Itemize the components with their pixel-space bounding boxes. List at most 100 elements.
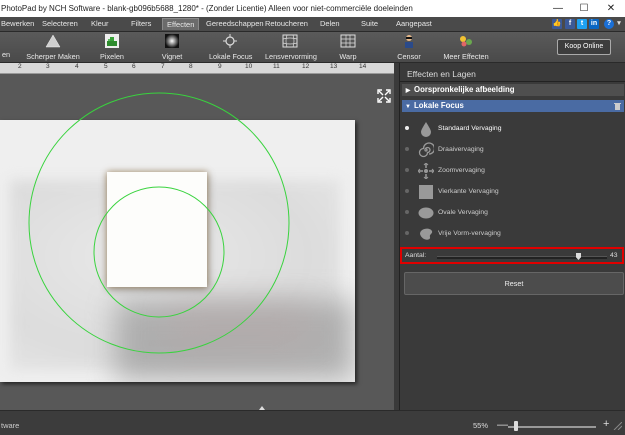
radio-dot[interactable]	[405, 231, 409, 235]
buy-online-button[interactable]: Koop Online	[557, 39, 611, 55]
ruler-label: 14	[359, 63, 367, 70]
toolbar-label: Pixelen	[100, 52, 124, 61]
menu-aangepast[interactable]: Aangepast	[396, 19, 432, 28]
censor-icon	[405, 35, 413, 48]
local-focus-section[interactable]: ▼ Lokale Focus	[402, 100, 624, 112]
like-icon[interactable]: 👍	[552, 19, 562, 29]
linkedin-icon[interactable]: in	[589, 19, 599, 29]
toolbar-more-effects[interactable]: Meer Effecten	[442, 34, 490, 61]
toolbar-sharpen[interactable]: Scherper Maken	[24, 34, 82, 61]
toolbar-label: Lokale Focus	[209, 52, 253, 61]
radio-dot[interactable]	[405, 126, 409, 130]
option-label: Vrije Vorm-vervaging	[438, 230, 501, 237]
ruler-label: 12	[302, 63, 310, 70]
menu-filters[interactable]: Filters	[131, 19, 151, 28]
zoom-level: 55%	[473, 421, 489, 430]
outer-focus-ring[interactable]	[28, 92, 290, 354]
pixelate-icon	[105, 34, 119, 48]
toolbar-warp[interactable]: Warp	[336, 34, 360, 61]
amount-slider-track[interactable]	[437, 256, 607, 259]
menu-bewerken[interactable]: Bewerken	[1, 19, 34, 28]
expand-arrow-icon: ▶	[405, 88, 411, 94]
section-label: Lokale Focus	[414, 101, 464, 110]
option-standard-blur[interactable]: Standaard Vervaging	[404, 120, 614, 138]
option-square-blur[interactable]: Vierkante Vervaging	[404, 183, 614, 201]
menu-retoucheren[interactable]: Retoucheren	[265, 19, 308, 28]
more-effects-icon	[460, 36, 472, 47]
help-icon[interactable]: ?	[604, 19, 614, 29]
reset-button[interactable]: Reset	[404, 272, 624, 295]
menu-kleur[interactable]: Kleur	[91, 19, 109, 28]
option-freeform-blur[interactable]: Vrije Vorm-vervaging	[404, 225, 614, 243]
toolbar-label: Lensvervorming	[265, 52, 317, 61]
zoom-in-button[interactable]: +	[603, 418, 609, 430]
toolbar-vignette[interactable]: Vignet	[158, 34, 186, 61]
local-focus-icon	[223, 34, 237, 48]
toolbar-label: Warp	[339, 52, 357, 61]
menu-delen[interactable]: Delen	[320, 19, 340, 28]
toolbar-partial-tool[interactable]: en	[0, 34, 12, 59]
spiral-icon	[418, 142, 434, 158]
focus-overlay[interactable]	[0, 74, 394, 410]
ruler-label: 8	[189, 63, 193, 70]
ruler-label: 6	[132, 63, 136, 70]
collapse-arrow-icon: ▼	[405, 104, 411, 110]
radio-dot[interactable]	[405, 210, 409, 214]
horizontal-ruler: 2 3 4 5 6 7 8 9 10 11 12 13 14	[0, 63, 394, 74]
help-menu-caret-icon[interactable]: ▾	[615, 19, 623, 29]
minimize-button[interactable]: —	[546, 2, 570, 15]
facebook-icon[interactable]: f	[565, 19, 575, 29]
toolbar-label: Meer Effecten	[443, 52, 489, 61]
ruler-label: 7	[161, 63, 165, 70]
radio-dot[interactable]	[405, 147, 409, 151]
zoom-slider-thumb[interactable]	[514, 421, 518, 431]
toolbar-label: Vignet	[161, 52, 183, 61]
status-bar: tware 55% — +	[0, 410, 625, 435]
ruler-label: 11	[273, 63, 280, 70]
toolbar-local-focus[interactable]: Lokale Focus	[209, 34, 253, 61]
ruler-label: 10	[245, 63, 253, 70]
menu-gereedschappen[interactable]: Gereedschappen	[206, 19, 264, 28]
option-label: Draaivervaging	[438, 146, 484, 153]
trash-icon[interactable]	[614, 102, 621, 110]
vignette-icon	[165, 34, 179, 48]
menu-effecten[interactable]: Effecten	[162, 18, 200, 30]
resize-grip-icon[interactable]	[612, 422, 622, 430]
twitter-icon[interactable]: t	[577, 19, 587, 29]
original-image-section[interactable]: ▶ Oorspronkelijke afbeelding	[402, 84, 624, 96]
fullscreen-icon[interactable]	[377, 89, 391, 103]
toolbar-pixelate[interactable]: Pixelen	[97, 34, 127, 61]
sharpen-icon	[45, 34, 61, 48]
inner-focus-ring[interactable]	[93, 186, 225, 318]
toolbar-censor[interactable]: Censor	[394, 34, 424, 61]
option-label: Ovale Vervaging	[438, 209, 488, 216]
radio-dot[interactable]	[405, 168, 409, 172]
warp-icon	[340, 34, 356, 48]
menu-bar: Bewerken Selecteren Kleur Filters Effect…	[0, 17, 625, 32]
lens-distortion-icon	[282, 34, 298, 48]
menu-selecteren[interactable]: Selecteren	[42, 19, 78, 28]
option-zoom-blur[interactable]: Zoomvervaging	[404, 162, 614, 180]
zoom-blur-icon	[418, 163, 434, 179]
radio-dot[interactable]	[405, 189, 409, 193]
option-label: Standaard Vervaging	[438, 125, 502, 132]
zoom-slider-track[interactable]	[508, 426, 596, 428]
option-oval-blur[interactable]: Ovale Vervaging	[404, 204, 614, 222]
menu-suite[interactable]: Suite	[361, 19, 378, 28]
drop-icon	[421, 122, 431, 137]
option-spin-blur[interactable]: Draaivervaging	[404, 141, 614, 159]
panel-title: Effecten en Lagen	[407, 69, 476, 79]
square-icon	[419, 185, 433, 199]
oval-icon	[418, 207, 434, 219]
amount-slider-row: Aantal: 43	[400, 247, 624, 264]
close-button[interactable]: ✕	[599, 2, 623, 15]
toolbar-label: en	[1, 50, 11, 59]
zoom-out-button[interactable]: —	[497, 419, 508, 431]
effects-layers-panel: Effecten en Lagen ▶ Oorspronkelijke afbee…	[399, 63, 625, 410]
toolbar-lens-distortion[interactable]: Lensvervorming	[265, 34, 317, 61]
status-text: tware	[1, 421, 20, 430]
canvas-area[interactable]	[0, 74, 394, 410]
ruler-label: 5	[104, 63, 108, 70]
maximize-button[interactable]: ☐	[572, 2, 596, 15]
option-label: Vierkante Vervaging	[438, 188, 499, 195]
